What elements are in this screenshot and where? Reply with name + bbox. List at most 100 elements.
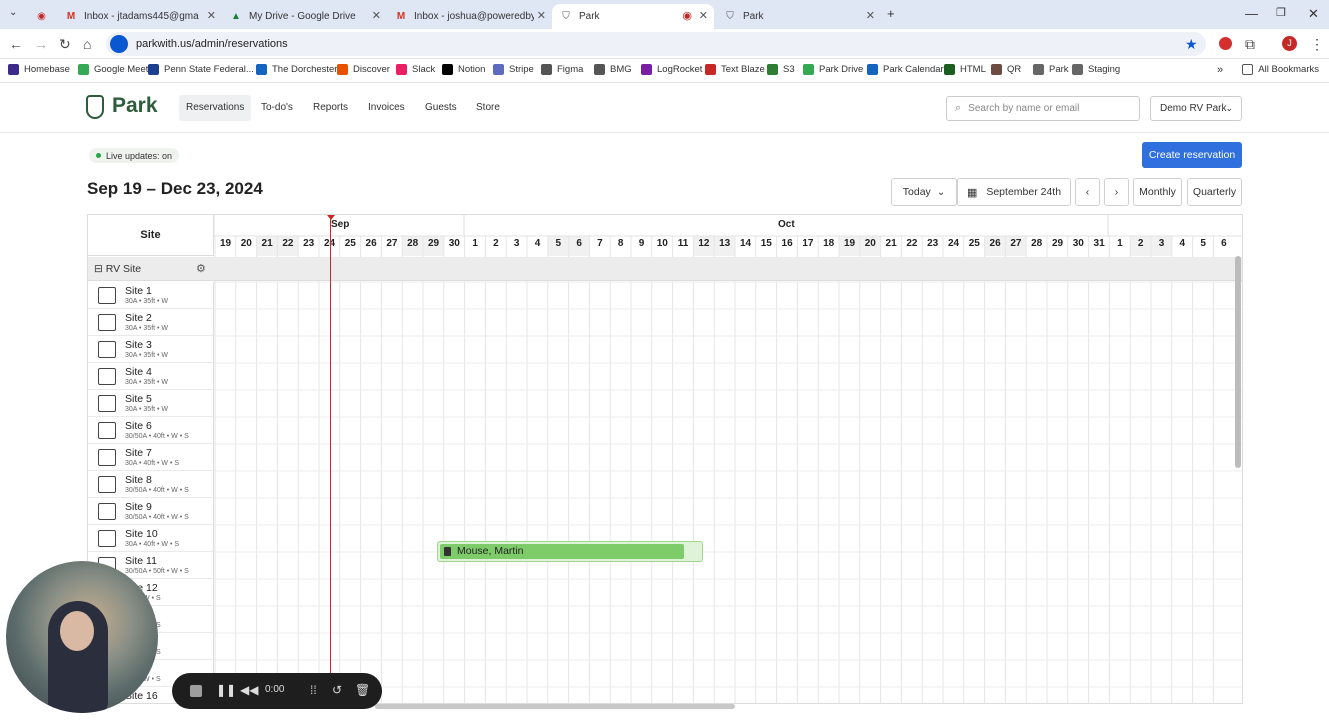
menu-icon[interactable]: ⋮: [1310, 36, 1324, 53]
quarterly-button[interactable]: Quarterly: [1187, 178, 1242, 206]
tab-gmail-2[interactable]: M Inbox - joshua@poweredbypar ✕: [387, 4, 552, 29]
calendar-grid-area[interactable]: Mouse, Martin: [215, 282, 1236, 703]
reservation-bar[interactable]: Mouse, Martin: [437, 541, 703, 562]
address-bar[interactable]: parkwith.us/admin/reservations: [106, 32, 1206, 56]
vertical-scrollbar[interactable]: [1235, 256, 1241, 468]
tab-gmail-1[interactable]: M Inbox - jtadams445@gmail.com ✕: [57, 4, 222, 29]
next-button[interactable]: ›: [1104, 178, 1129, 206]
drag-handle-icon[interactable]: ⁞⁞: [310, 683, 317, 697]
stop-icon[interactable]: [190, 685, 202, 697]
bookmark-item[interactable]: Staging: [1072, 64, 1120, 75]
close-icon[interactable]: ✕: [372, 9, 381, 22]
bookmark-item[interactable]: Homebase: [8, 64, 70, 75]
site-row[interactable]: Site 8 30/50A • 40ft • W • S: [88, 471, 214, 498]
nav-guests[interactable]: Guests: [418, 95, 464, 121]
extensions-icon[interactable]: ⧉: [1245, 36, 1255, 53]
restore-icon[interactable]: ❐: [1276, 6, 1286, 19]
date-picker[interactable]: ▦ September 24th: [957, 178, 1071, 206]
nav-todos[interactable]: To-do's: [254, 95, 300, 121]
new-tab-icon[interactable]: +: [887, 6, 895, 21]
tab-search-icon[interactable]: ⌄: [9, 7, 17, 18]
back-icon[interactable]: ←: [9, 36, 23, 52]
window-close-icon[interactable]: ✕: [1308, 6, 1319, 22]
bookmark-label: S3: [783, 64, 795, 75]
prev-button[interactable]: ‹: [1075, 178, 1100, 206]
park-select[interactable]: Demo RV Park ⌄: [1150, 96, 1242, 121]
bookmark-item[interactable]: QR: [991, 64, 1021, 75]
bookmark-item[interactable]: Figma: [541, 64, 583, 75]
bookmark-item[interactable]: Stripe: [493, 64, 534, 75]
site-info-icon[interactable]: [110, 35, 128, 53]
bookmark-item[interactable]: Penn State Federal...: [148, 64, 254, 75]
minimize-icon[interactable]: —: [1245, 6, 1258, 21]
site-row[interactable]: Site 10 30A • 40ft • W • S: [88, 525, 214, 552]
site-row[interactable]: Site 3 30A • 35ft • W: [88, 336, 214, 363]
site-row[interactable]: Site 1 30A • 35ft • W: [88, 282, 214, 309]
search-input[interactable]: ⌕ Search by name or email: [946, 96, 1140, 121]
restart-icon[interactable]: ↺: [332, 683, 342, 697]
day-header: 3: [513, 238, 520, 249]
park-logo-text[interactable]: Park: [112, 94, 158, 118]
bookmark-item[interactable]: Notion: [442, 64, 485, 75]
site-row[interactable]: Site 5 30A • 35ft • W: [88, 390, 214, 417]
bookmark-favicon-icon: [78, 64, 89, 75]
bookmark-star-icon[interactable]: ★: [1185, 36, 1198, 53]
all-bookmarks[interactable]: All Bookmarks: [1242, 64, 1319, 75]
today-button[interactable]: Today ⌄: [891, 178, 957, 206]
nav-reports[interactable]: Reports: [306, 95, 355, 121]
site-row[interactable]: Site 6 30/50A • 40ft • W • S: [88, 417, 214, 444]
site-row[interactable]: Site 9 30/50A • 40ft • W • S: [88, 498, 214, 525]
today-line: [330, 215, 331, 703]
bookmark-item[interactable]: Park: [1033, 64, 1069, 75]
close-icon[interactable]: ✕: [866, 9, 875, 22]
park-icon: ⛉: [562, 11, 570, 22]
nav-store[interactable]: Store: [469, 95, 507, 121]
day-header: 10: [656, 238, 668, 249]
site-row[interactable]: Site 2 30A • 35ft • W: [88, 309, 214, 336]
group-row-rv-site[interactable]: ⊟ RV Site ⚙: [88, 257, 1242, 281]
bookmark-item[interactable]: HTML: [944, 64, 986, 75]
bookmark-item[interactable]: S3: [767, 64, 795, 75]
trash-icon[interactable]: 🗑: [355, 683, 370, 697]
more-bookmarks-icon[interactable]: »: [1217, 64, 1223, 76]
date-picker-label: September 24th: [986, 186, 1062, 198]
profile-avatar[interactable]: J: [1282, 36, 1297, 51]
site-name: Site 5: [125, 393, 152, 405]
recording-tab[interactable]: ◉: [28, 4, 54, 29]
create-reservation-button[interactable]: Create reservation: [1142, 142, 1242, 168]
tab-park[interactable]: ⛉ Park ✕: [716, 4, 881, 29]
bookmark-item[interactable]: BMG: [594, 64, 632, 75]
bookmark-favicon-icon: [803, 64, 814, 75]
bookmark-item[interactable]: Discover: [337, 64, 390, 75]
tab-label: Inbox - jtadams445@gmail.com: [84, 11, 199, 22]
home-icon[interactable]: ⌂: [83, 36, 91, 52]
close-icon[interactable]: ✕: [699, 9, 708, 22]
bookmark-item[interactable]: The Dorchester: [256, 64, 337, 75]
nav-reservations[interactable]: Reservations: [179, 95, 252, 121]
nav-invoices[interactable]: Invoices: [361, 95, 412, 121]
bookmark-item[interactable]: LogRocket: [641, 64, 702, 75]
horizontal-scrollbar[interactable]: [375, 704, 735, 709]
bookmark-item[interactable]: Park Calendar: [867, 64, 944, 75]
monthly-button[interactable]: Monthly: [1133, 178, 1182, 206]
site-row[interactable]: Site 7 30A • 40ft • W • S: [88, 444, 214, 471]
bookmark-item[interactable]: Park Drive: [803, 64, 863, 75]
tab-park-active[interactable]: ⛉ Park ◉ ✕: [552, 4, 714, 29]
adblock-icon[interactable]: [1219, 37, 1232, 50]
live-updates-badge: Live updates: on: [89, 148, 180, 163]
day-header: 2: [493, 238, 499, 249]
bookmark-item[interactable]: Slack: [396, 64, 435, 75]
bookmark-item[interactable]: Text Blaze: [705, 64, 765, 75]
pause-icon[interactable]: ❚❚: [216, 683, 236, 697]
site-row[interactable]: Site 4 30A • 35ft • W: [88, 363, 214, 390]
bookmark-item[interactable]: Google Meet: [78, 64, 148, 75]
close-icon[interactable]: ✕: [207, 9, 216, 22]
park-logo-icon[interactable]: [86, 95, 104, 119]
forward-icon[interactable]: →: [34, 36, 48, 52]
rewind-icon[interactable]: ◀◀: [240, 683, 258, 697]
tab-drive[interactable]: ▲ My Drive - Google Drive ✕: [222, 4, 387, 29]
bookmark-label: Park: [1049, 64, 1069, 75]
close-icon[interactable]: ✕: [537, 9, 546, 22]
reload-icon[interactable]: ↻: [59, 36, 71, 53]
gear-icon[interactable]: ⚙: [196, 262, 206, 275]
